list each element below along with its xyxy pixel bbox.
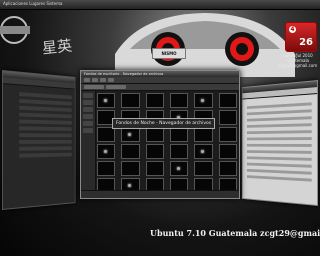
window-switcher-tooltip: Fondos de Noche - Navegador de archivos: [112, 118, 216, 129]
thumbnail[interactable]: [97, 127, 116, 142]
thumbnail[interactable]: [97, 161, 116, 176]
list-item[interactable]: [19, 140, 72, 144]
list-item[interactable]: [246, 116, 312, 122]
list-item[interactable]: [19, 112, 72, 119]
thumbnail[interactable]: [218, 144, 237, 159]
path-button[interactable]: [84, 85, 104, 89]
panel-menu[interactable]: Aplicaciones Lugares Sistema: [3, 1, 62, 7]
back-button[interactable]: [84, 78, 90, 82]
list-item[interactable]: [246, 156, 312, 161]
path-button[interactable]: [106, 85, 126, 89]
list-item[interactable]: [19, 133, 72, 138]
file-manager-window-main[interactable]: Fondos de escritorio - Navegador de arch…: [80, 70, 240, 199]
list-item[interactable]: [19, 119, 72, 125]
sidebar-item[interactable]: [83, 93, 93, 98]
file-list: [243, 94, 318, 182]
info-widget: Lunes/Jul 2010 Guatemala zcgt29@gmail.co…: [278, 53, 318, 75]
car-wallpaper-image: [115, 13, 295, 77]
thumbnail[interactable]: [218, 93, 237, 108]
list-item[interactable]: [246, 162, 312, 168]
car-plate: NISMO: [152, 48, 186, 59]
thumbnail[interactable]: [194, 93, 213, 108]
thumbnail[interactable]: [121, 161, 140, 176]
list-item[interactable]: [19, 152, 72, 158]
desktop: Aplicaciones Lugares Sistema 星英 NISMO 4 …: [0, 0, 320, 256]
top-panel: Aplicaciones Lugares Sistema: [0, 0, 320, 10]
list-item[interactable]: [246, 109, 312, 116]
sidebar-item[interactable]: [83, 128, 93, 133]
desktop-caption: Ubuntu 7.10 Guatemala zcgt29@gmail.com: [150, 228, 320, 238]
thumbnail[interactable]: [170, 127, 189, 142]
file-manager-window-left[interactable]: [2, 70, 76, 210]
list-item[interactable]: [19, 92, 72, 100]
file-manager-window-right[interactable]: [241, 80, 318, 206]
list-item[interactable]: [246, 143, 312, 147]
thumbnail[interactable]: [170, 144, 189, 159]
list-item[interactable]: [246, 168, 312, 175]
toolbar: [81, 77, 239, 84]
nissan-logo-icon: [0, 16, 30, 44]
thumbnail[interactable]: [145, 127, 164, 142]
thumbnail-grid: [97, 93, 237, 193]
thumbnail[interactable]: [121, 93, 140, 108]
thumbnail[interactable]: [218, 127, 237, 142]
location-bar: [81, 84, 239, 91]
list-item[interactable]: [246, 130, 312, 135]
thumbnail[interactable]: [194, 144, 213, 159]
list-item[interactable]: [19, 126, 72, 131]
list-item[interactable]: [246, 150, 312, 154]
list-item[interactable]: [246, 137, 312, 141]
file-list: [3, 84, 75, 158]
thumbnail[interactable]: [218, 161, 237, 176]
thumbnail[interactable]: [97, 93, 116, 108]
calendar-badge: 4: [289, 26, 296, 33]
thumbnail[interactable]: [170, 161, 189, 176]
list-item[interactable]: [246, 123, 312, 128]
thumbnail[interactable]: [170, 93, 189, 108]
thumbnail[interactable]: [97, 144, 116, 159]
list-item[interactable]: [19, 98, 72, 106]
list-item[interactable]: [19, 105, 72, 112]
calendar-day: 26: [299, 37, 313, 48]
sidebar-item[interactable]: [83, 100, 93, 105]
widget-line-3: zcgt29@gmail.com: [278, 63, 318, 68]
list-item[interactable]: [19, 146, 72, 151]
thumbnail[interactable]: [145, 144, 164, 159]
calendar-widget[interactable]: 4 26: [285, 22, 317, 52]
forward-button[interactable]: [92, 78, 98, 82]
up-button[interactable]: [100, 78, 106, 82]
thumbnail[interactable]: [145, 93, 164, 108]
sidebar-item[interactable]: [83, 121, 93, 126]
sidebar-item[interactable]: [83, 107, 93, 112]
sidebar-item[interactable]: [83, 114, 93, 119]
status-bar: [81, 190, 239, 198]
thumbnail[interactable]: [121, 127, 140, 142]
places-sidebar: [81, 91, 96, 190]
thumbnail[interactable]: [218, 110, 237, 125]
list-item[interactable]: [246, 102, 312, 110]
home-button[interactable]: [108, 78, 114, 82]
thumbnail[interactable]: [121, 144, 140, 159]
thumbnail[interactable]: [194, 161, 213, 176]
thumbnail[interactable]: [145, 161, 164, 176]
calligraphy-decoration: 星英: [41, 36, 73, 58]
list-item[interactable]: [246, 175, 312, 182]
thumbnail[interactable]: [194, 127, 213, 142]
